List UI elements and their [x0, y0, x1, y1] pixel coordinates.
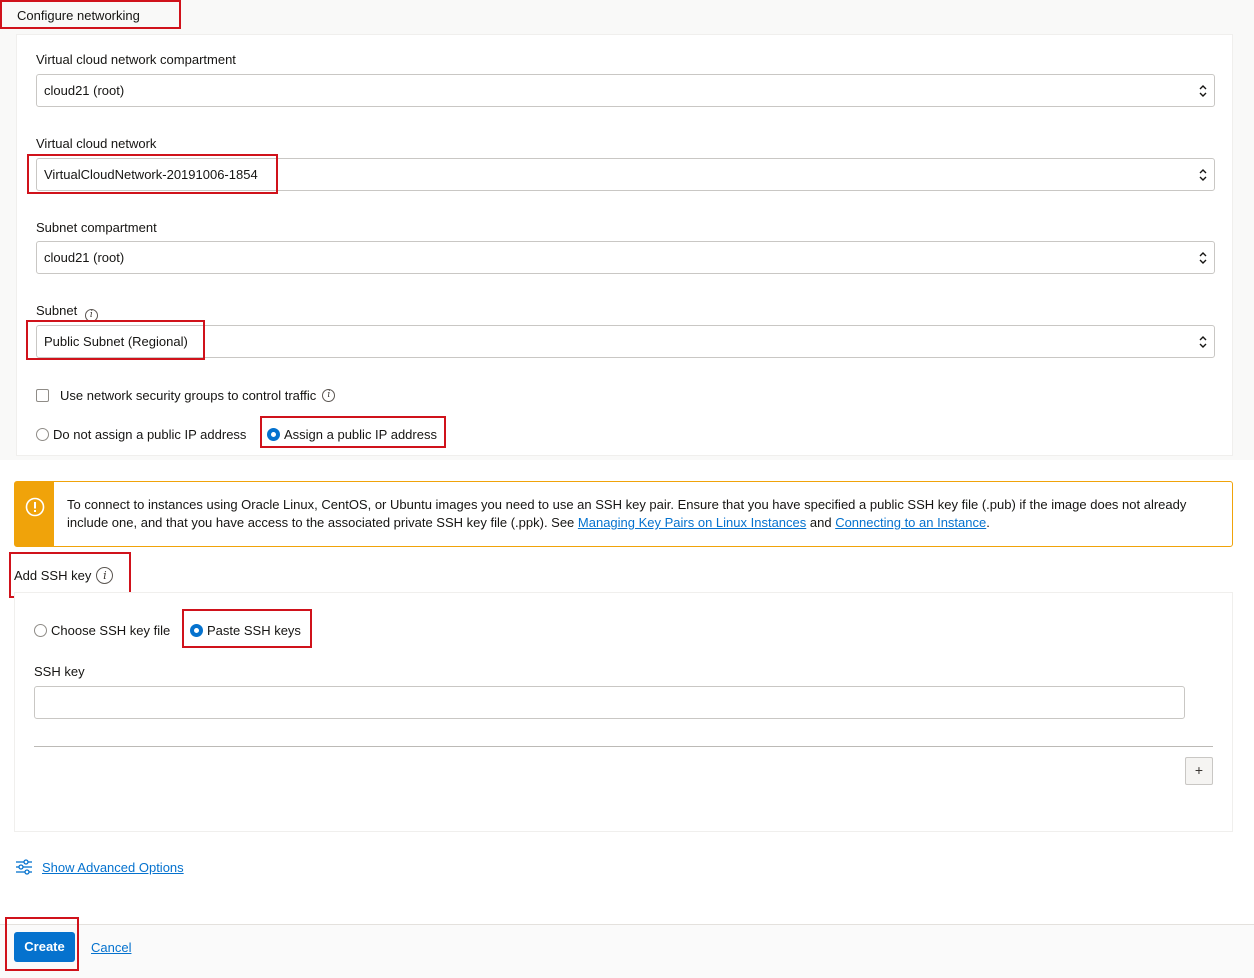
vcn-compartment-label: Virtual cloud network compartment — [36, 52, 236, 67]
ssh-key-input[interactable] — [34, 686, 1185, 719]
warning-icon — [25, 497, 45, 517]
ssh-divider — [34, 746, 1213, 747]
ssh-key-label: SSH key — [34, 664, 85, 679]
chevron-up-down-icon — [1199, 336, 1207, 348]
ssh-warning-banner: To connect to instances using Oracle Lin… — [14, 481, 1233, 547]
nsg-checkbox-row[interactable]: Use network security groups to control t… — [36, 387, 336, 403]
vcn-compartment-select[interactable]: cloud21 (root) — [36, 74, 1215, 107]
radio-no-public-ip[interactable]: Do not assign a public IP address — [36, 426, 246, 442]
managing-key-pairs-link[interactable]: Managing Key Pairs on Linux Instances — [578, 515, 806, 530]
highlight-box-paste-ssh — [182, 609, 312, 648]
chevron-up-down-icon — [1199, 85, 1207, 97]
radio-button-unselected[interactable] — [34, 623, 47, 637]
chevron-up-down-icon — [1199, 252, 1207, 264]
radio-choose-ssh-file[interactable]: Choose SSH key file — [34, 622, 170, 638]
highlight-box-subnet — [26, 320, 205, 360]
info-icon[interactable]: i — [322, 388, 336, 402]
vcn-compartment-value: cloud21 (root) — [44, 83, 125, 98]
radio-button-unselected[interactable] — [36, 427, 49, 441]
cancel-link[interactable]: Cancel — [91, 940, 131, 955]
warning-text: To connect to instances using Oracle Lin… — [67, 496, 1217, 532]
subnet-label-text: Subnet — [36, 303, 78, 318]
vcn-label: Virtual cloud network — [36, 136, 157, 151]
subnet-select[interactable]: Public Subnet (Regional) — [36, 325, 1215, 358]
radio-no-public-ip-label: Do not assign a public IP address — [53, 426, 247, 442]
subnet-compartment-value: cloud21 (root) — [44, 250, 125, 265]
add-ssh-key-button[interactable]: + — [1185, 757, 1213, 785]
nsg-checkbox[interactable] — [36, 388, 49, 402]
footer-bar — [0, 925, 1254, 978]
warning-text-part: . — [986, 515, 990, 530]
subnet-compartment-label: Subnet compartment — [36, 220, 157, 235]
nsg-checkbox-label: Use network security groups to control t… — [60, 387, 317, 403]
connecting-to-instance-link[interactable]: Connecting to an Instance — [835, 515, 986, 530]
show-advanced-options-link[interactable]: Show Advanced Options — [42, 860, 184, 875]
highlight-box-create — [5, 917, 79, 971]
warning-stripe — [15, 482, 54, 546]
advanced-options-row[interactable]: Show Advanced Options — [15, 859, 184, 875]
warning-text-part: and — [806, 515, 836, 530]
highlight-box-assign-public-ip — [260, 416, 446, 448]
sliders-icon[interactable] — [15, 859, 33, 875]
radio-choose-ssh-file-label: Choose SSH key file — [51, 622, 171, 638]
chevron-up-down-icon — [1199, 169, 1207, 181]
highlight-box-vcn — [27, 154, 278, 194]
highlight-box-networking-title — [0, 0, 181, 29]
subnet-compartment-select[interactable]: cloud21 (root) — [36, 241, 1215, 274]
